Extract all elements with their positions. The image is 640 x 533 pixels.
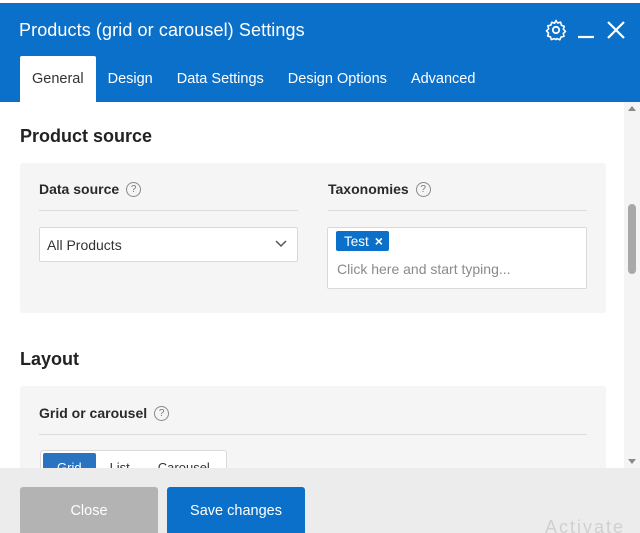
taxonomy-tag-label: Test [344,233,369,249]
dialog-footer: Close Save changes [0,468,640,533]
data-source-select[interactable]: All Products [39,227,298,262]
taxonomies-label: Taxonomies ? [328,181,431,197]
settings-content: Product source Data source ? All Product… [0,102,624,468]
tab-design[interactable]: Design [96,56,165,102]
tab-advanced[interactable]: Advanced [399,56,488,102]
layout-mode-toggle: Grid List Carousel [40,450,227,468]
close-button[interactable]: Close [20,487,158,533]
divider [39,434,587,435]
activation-watermark: Activate [545,517,626,533]
data-source-value: All Products [47,236,122,253]
minimize-icon[interactable] [574,18,598,42]
grid-or-carousel-label: Grid or carousel ? [39,405,170,421]
product-source-heading: Product source [20,126,153,146]
taxonomies-placeholder[interactable]: Click here and start typing... [337,261,511,277]
content-scrollbar[interactable] [624,102,640,468]
scroll-up-icon[interactable] [628,106,636,111]
scroll-thumb[interactable] [628,204,636,274]
save-changes-button[interactable]: Save changes [167,487,305,533]
help-icon[interactable]: ? [154,405,170,421]
layout-option-list[interactable]: List [96,453,144,469]
divider [39,210,298,211]
data-source-label: Data source ? [39,181,142,197]
tab-general[interactable]: General [20,56,96,102]
help-icon[interactable]: ? [415,181,431,197]
layout-card: Grid or carousel ? Grid List Carousel [20,386,606,468]
product-source-card: Data source ? All Products Taxonomies ? … [20,163,606,313]
taxonomy-tag: Test × [336,231,389,251]
gear-icon[interactable] [544,18,568,42]
layout-option-grid[interactable]: Grid [43,453,96,468]
layout-heading: Layout [20,349,80,369]
help-icon[interactable]: ? [126,181,142,197]
tab-design-options[interactable]: Design Options [276,56,399,102]
divider [328,210,587,211]
scroll-down-icon[interactable] [628,459,636,464]
remove-tag-icon[interactable]: × [375,233,383,249]
dialog-title: Products (grid or carousel) Settings [19,20,305,40]
close-icon[interactable] [604,18,628,42]
tab-bar: General Design Data Settings Design Opti… [20,56,487,102]
layout-option-carousel[interactable]: Carousel [144,453,224,469]
settings-dialog: Products (grid or carousel) Settings Gen… [0,3,640,533]
tab-data-settings[interactable]: Data Settings [165,56,276,102]
taxonomies-input[interactable]: Test × Click here and start typing... [327,227,587,289]
dialog-header: Products (grid or carousel) Settings Gen… [0,3,640,102]
window-controls [538,18,628,42]
chevron-down-icon [275,240,287,248]
